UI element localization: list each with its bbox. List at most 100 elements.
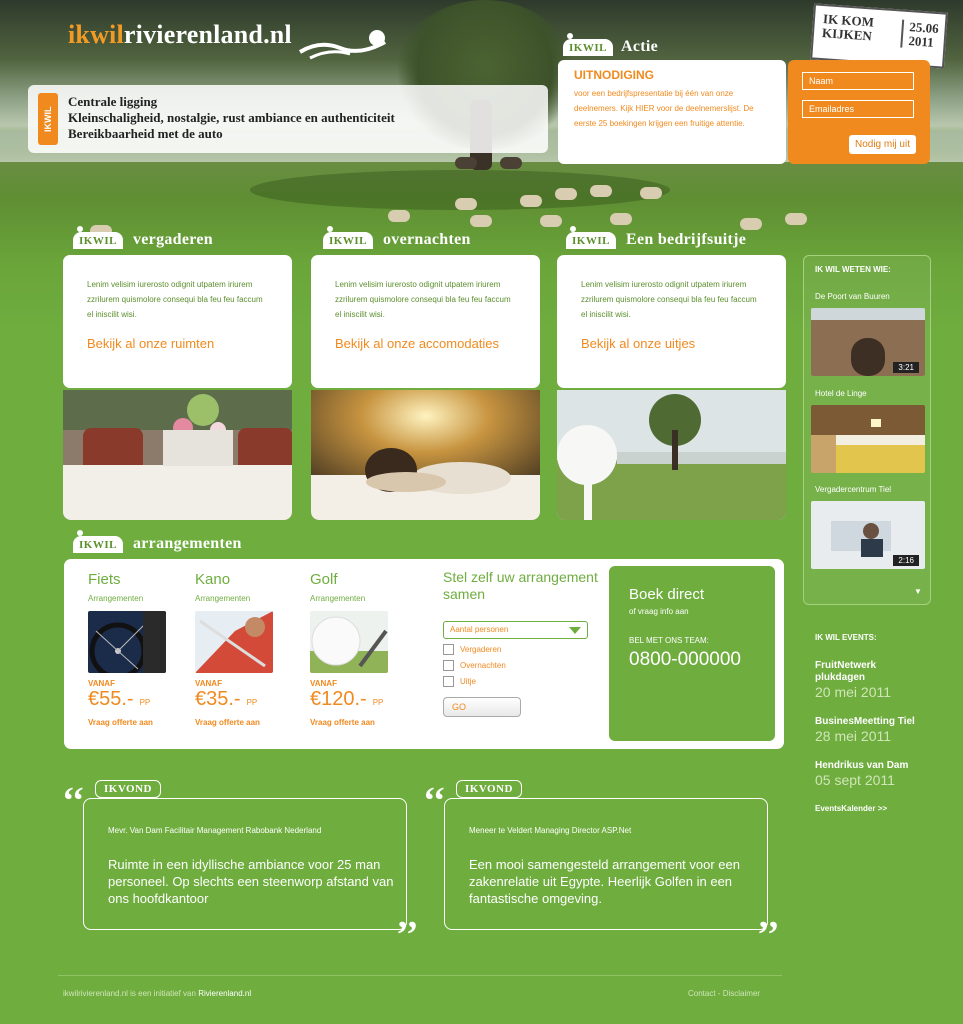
events-heading: IK WIL EVENTS: (815, 633, 877, 642)
email-field[interactable] (802, 100, 914, 118)
price-value: €55.- (88, 688, 134, 710)
product-vanaf: VANAF (310, 679, 337, 688)
rivierenland-link[interactable]: Rivierenland.nl (198, 989, 251, 998)
go-button[interactable]: GO (443, 697, 521, 717)
ikwil-badge: IKWIL (73, 226, 123, 249)
event-item[interactable]: Hendrikus van Dam 05 sept 2011 (815, 760, 915, 788)
card-text: Lenim velisim iurerosto odignit utpatem … (87, 280, 263, 319)
contact-link[interactable]: Contact (688, 989, 716, 998)
event-item[interactable]: BusinesMeetting Tiel 28 mei 2011 (815, 716, 915, 744)
overnachten-photo[interactable] (311, 390, 540, 520)
testimonial: Mevr. Van Dam Facilitair Management Rabo… (83, 798, 407, 930)
footer-links: Contact - Disclaimer (688, 989, 760, 998)
custom-arrangement-form: Stel zelf uw arrangement samen Aantal pe… (443, 569, 603, 717)
ikwil-badge: IKWIL (566, 226, 616, 249)
ik-wil-weten-wie-panel: IK WIL WETEN WIE: De Poort van Buuren 3:… (803, 255, 931, 605)
sidebar-more-chevron-icon[interactable]: ▼ (914, 587, 922, 596)
sidebar-item-label[interactable]: Hotel de Linge (815, 389, 867, 398)
product-kano[interactable]: Kano Arrangementen VANAF €35.- PP Vraag o… (195, 571, 290, 727)
boek-sub[interactable]: of vraag info aan (629, 607, 755, 616)
bedrijfsuitje-card: Lenim velisim iurerosto odignit utpatem … (557, 255, 786, 388)
stamp-date: 25.06 2011 (899, 19, 939, 51)
checkbox-box[interactable] (443, 644, 454, 655)
ik-kom-kijken-stamp[interactable]: IK KOM KIJKEN 25.06 2011 (810, 3, 948, 69)
boek-direct-panel: Boek direct of vraag info aan BEL MET ON… (609, 566, 775, 741)
checkbox-uitje[interactable]: Uitje (443, 676, 603, 687)
product-vanaf: VANAF (88, 679, 115, 688)
video-duration: 3:21 (893, 362, 919, 373)
checkbox-box[interactable] (443, 660, 454, 671)
actie-body: voor een bedrijfspresentatie bij één van… (574, 89, 754, 128)
sidebar-item-label[interactable]: Vergadercentrum Tiel (815, 485, 891, 494)
checkbox-overnachten[interactable]: Overnachten (443, 660, 603, 671)
ikwil-badge: IKWIL (73, 530, 123, 553)
video-thumbnail[interactable] (811, 405, 925, 473)
bedrijfsuitje-photo[interactable] (557, 390, 786, 520)
ikvond-tag: IKVOND (95, 780, 162, 798)
site-logo[interactable]: ikwilrivierenland.nl (68, 20, 292, 50)
column-title: overnachten (382, 231, 471, 248)
events-calendar-link[interactable]: EventsKalender >> (815, 804, 915, 813)
ikvond-tag: IKVOND (456, 780, 523, 798)
invite-submit-button[interactable]: Nodig mij uit (848, 135, 916, 154)
sheep (640, 187, 662, 199)
actie-header: IKWIL Actie (563, 33, 658, 56)
checkbox-label: Uitje (460, 677, 477, 686)
sheep (785, 213, 807, 225)
vergaderen-photo[interactable] (63, 390, 292, 520)
phone-number[interactable]: 0800-000000 (629, 649, 755, 671)
footer-credit: ikwilrivierenland.nl is een initiatief v… (63, 989, 251, 998)
ikwil-badge: IKWIL (563, 33, 613, 56)
checkbox-vergaderen[interactable]: Vergaderen (443, 644, 603, 655)
usp-list: Centrale ligging Kleinschaligheid, nosta… (68, 94, 395, 142)
request-quote-link[interactable]: Vraag offerte aan (310, 718, 405, 727)
boek-title[interactable]: Boek direct (629, 586, 755, 603)
select-value: Aantal personen (450, 625, 509, 634)
event-date: 20 mei 2011 (815, 684, 892, 700)
sheep (470, 215, 492, 227)
product-fiets[interactable]: Fiets Arrangementen VANAF €55.- PP Vraag … (88, 571, 183, 727)
product-price: €35.- PP (195, 688, 290, 714)
testimonial-author: Mevr. Van Dam Facilitair Management Rabo… (108, 826, 322, 835)
usp-item: Kleinschaligheid, nostalgie, rust ambian… (68, 110, 395, 125)
event-item[interactable]: FruitNetwerk plukdagen 20 mei 2011 (815, 660, 915, 700)
event-date: 05 sept 2011 (815, 772, 895, 788)
request-quote-link[interactable]: Vraag offerte aan (195, 718, 290, 727)
vergaderen-card: Lenim velisim iurerosto odignit utpatem … (63, 255, 292, 388)
checkbox-box[interactable] (443, 676, 454, 687)
product-golf[interactable]: Golf Arrangementen VANAF €120.- PP Vraag … (310, 571, 405, 727)
request-quote-link[interactable]: Vraag offerte aan (88, 718, 183, 727)
price-unit: PP (246, 698, 258, 707)
vergaderen-header: IKWIL vergaderen (73, 226, 213, 249)
persons-select[interactable]: Aantal personen (443, 621, 588, 639)
price-value: €120.- (310, 688, 367, 710)
stamp-text: IK KOM KIJKEN (822, 11, 875, 43)
vergaderen-link[interactable]: Bekijk al onze ruimten (87, 336, 268, 351)
actie-panel: UITNODIGING voor een bedrijfspresentatie… (558, 60, 786, 164)
quote-close-icon: ’’ (396, 914, 419, 956)
event-title: BusinesMeetting Tiel (815, 716, 915, 727)
price-unit: PP (372, 698, 384, 707)
product-price: €120.- PP (310, 688, 405, 714)
bedrijfsuitje-link[interactable]: Bekijk al onze uitjes (581, 336, 762, 351)
team-label: BEL MET ONS TEAM: (629, 636, 709, 645)
column-title: Een bedrijfsuitje (625, 231, 747, 248)
column-title: vergaderen (132, 231, 213, 248)
name-field[interactable] (802, 72, 914, 90)
testimonial: Meneer te Veldert Managing Director ASP.… (444, 798, 768, 930)
footer-separator: - (717, 989, 721, 998)
product-price: €55.- PP (88, 688, 183, 714)
video-thumbnail[interactable]: 2:16 (811, 501, 925, 569)
product-image (88, 611, 166, 673)
testimonial-text: Een mooi samengesteld arrangement voor e… (469, 857, 740, 906)
sheep (740, 218, 762, 230)
disclaimer-link[interactable]: Disclaimer (723, 989, 760, 998)
sheep (540, 215, 562, 227)
price-value: €35.- (195, 688, 241, 710)
actie-heading: UITNODIGING (574, 68, 654, 82)
video-thumbnail[interactable]: 3:21 (811, 308, 925, 376)
sheep (520, 195, 542, 207)
events-panel: IK WIL EVENTS: FruitNetwerk plukdagen 20… (815, 633, 915, 813)
sidebar-item-label[interactable]: De Poort van Buuren (815, 292, 890, 301)
overnachten-link[interactable]: Bekijk al onze accomodaties (335, 336, 516, 351)
